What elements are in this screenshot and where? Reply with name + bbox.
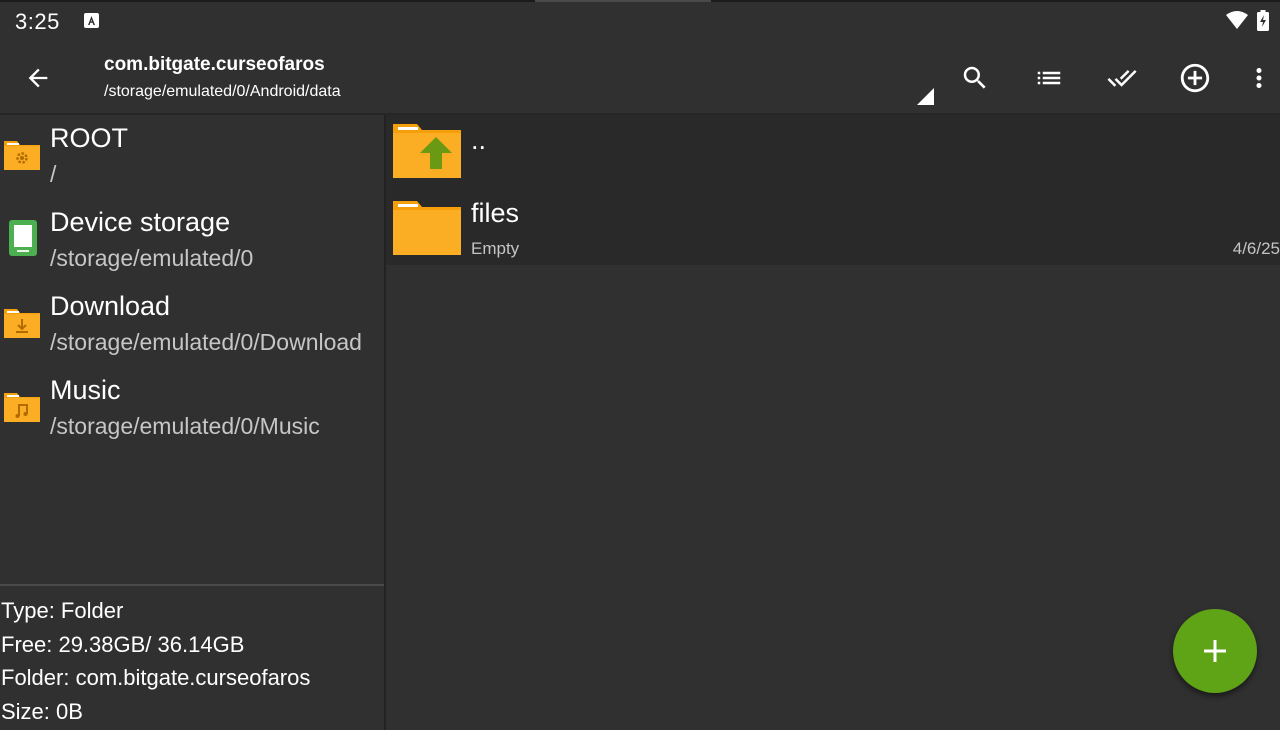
list-view-icon	[1037, 71, 1061, 85]
info-folder-name: Folder: com.bitgate.curseofaros	[1, 665, 311, 690]
search-button[interactable]	[953, 56, 997, 100]
select-all-button[interactable]	[1100, 56, 1144, 100]
more-options-button[interactable]	[1237, 56, 1280, 100]
folder-info-panel: Type: Folder Free: 29.38GB/ 36.14GB Fold…	[0, 594, 384, 728]
info-type: Type: Folder	[1, 598, 124, 623]
info-divider	[0, 584, 384, 586]
folder-settings-icon	[4, 141, 40, 170]
bookmarks-pane: ROOT / Device storage /storage/emulated/…	[0, 115, 384, 585]
folder-up-icon	[393, 124, 461, 178]
file-name: ..	[471, 125, 487, 155]
bookmark-name: Music	[50, 375, 121, 405]
more-vert-icon	[1256, 68, 1262, 88]
folder-title: com.bitgate.curseofaros	[104, 54, 325, 75]
folder-music-icon	[4, 393, 40, 422]
search-icon	[963, 66, 986, 89]
select-all-icon	[1107, 69, 1137, 87]
folder-icon	[393, 201, 461, 255]
file-list: .. files Empty 4/6/25	[386, 115, 1280, 730]
bookmark-path: /	[50, 161, 57, 187]
file-manager-screen: 3:25 com.bitgate.curseofaros /storage/em…	[0, 0, 1280, 730]
file-row-files[interactable]: files Empty 4/6/25	[386, 190, 1280, 265]
bookmark-music[interactable]: Music /storage/emulated/0/Music	[0, 367, 384, 451]
bookmark-name: ROOT	[50, 123, 128, 153]
bookmark-root[interactable]: ROOT /	[0, 115, 384, 199]
app-bar: com.bitgate.curseofaros /storage/emulate…	[0, 42, 1280, 113]
info-free-space: Free: 29.38GB/ 36.14GB	[1, 631, 245, 657]
back-button[interactable]	[18, 58, 58, 98]
file-row-parent[interactable]: ..	[386, 115, 1280, 190]
bookmark-name: Device storage	[50, 207, 231, 237]
top-edge-line	[0, 0, 1280, 2]
bookmark-path: /storage/emulated/0/Music	[50, 413, 320, 439]
battery-charging-icon	[1257, 10, 1269, 36]
bookmark-path: /storage/emulated/0/Download	[50, 329, 362, 355]
bookmark-device-storage[interactable]: Device storage /storage/emulated/0	[0, 199, 384, 283]
status-bar: 3:25	[0, 0, 1280, 42]
folder-path: /storage/emulated/0/Android/data	[104, 83, 341, 100]
phone-storage-icon	[9, 220, 37, 256]
bookmark-path: /storage/emulated/0	[50, 245, 254, 271]
file-subtitle: Empty	[471, 239, 520, 258]
folder-download-icon	[4, 309, 40, 338]
status-time: 3:25	[15, 9, 60, 34]
file-name: files	[471, 198, 520, 228]
bookmark-name: Download	[50, 291, 171, 321]
plus-icon	[1204, 640, 1226, 662]
add-fab-button[interactable]	[1173, 609, 1257, 693]
android-a-icon	[84, 13, 99, 28]
arrow-back-icon	[28, 68, 48, 88]
add-circle-icon	[1180, 63, 1210, 93]
wifi-icon	[1226, 11, 1248, 34]
file-date: 4/6/25	[1232, 239, 1280, 258]
add-button[interactable]	[1173, 56, 1217, 100]
bookmark-download[interactable]: Download /storage/emulated/0/Download	[0, 283, 384, 367]
path-dropdown-indicator[interactable]	[917, 88, 934, 105]
info-size: Size: 0B	[1, 698, 83, 724]
list-view-button[interactable]	[1027, 56, 1071, 100]
